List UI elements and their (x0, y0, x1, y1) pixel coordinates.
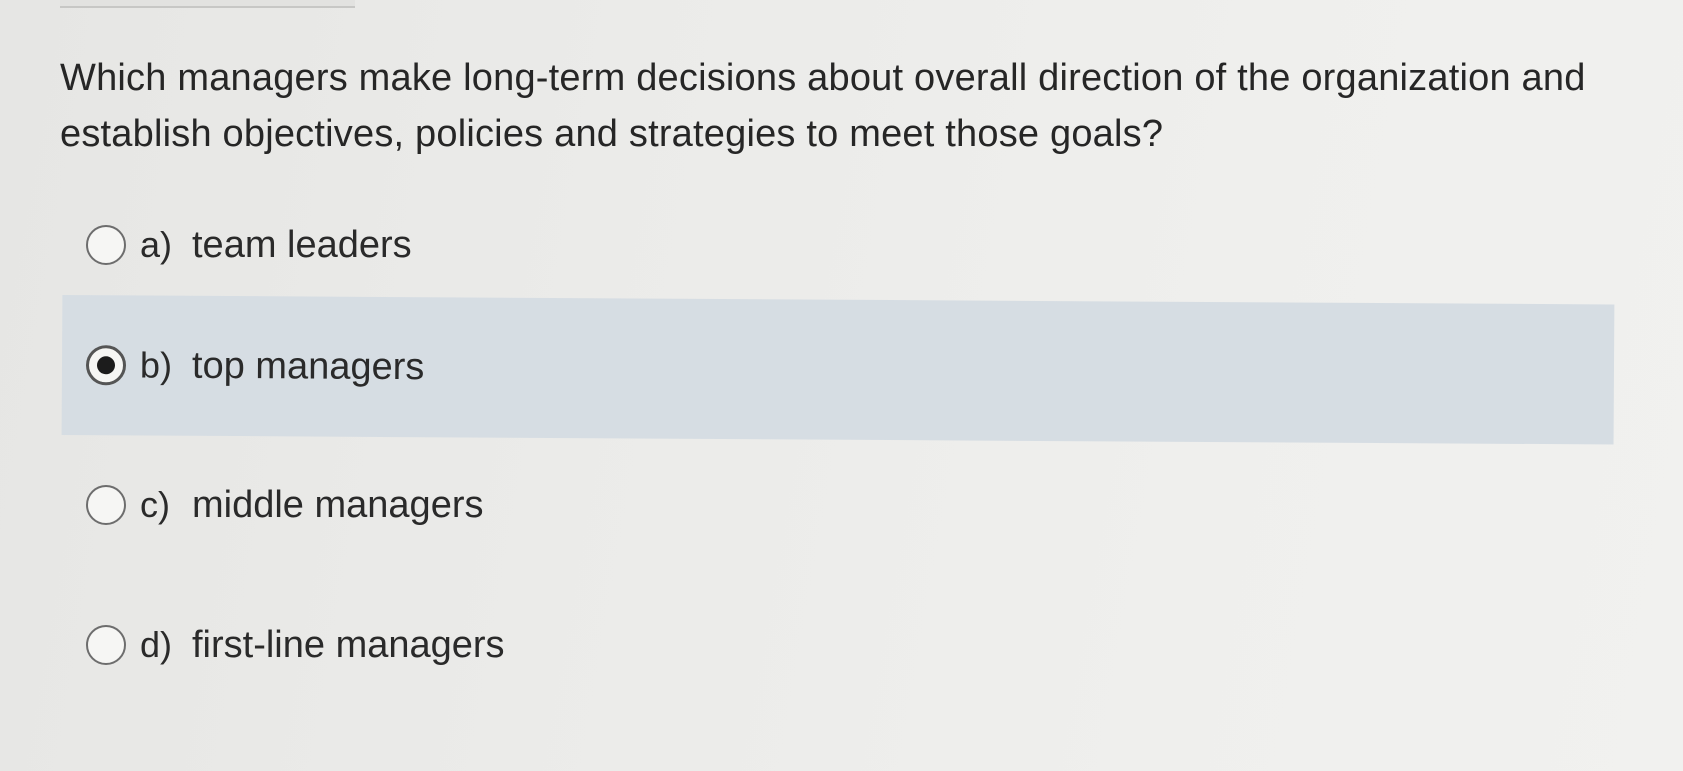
question-text: Which managers make long-term decisions … (60, 57, 1586, 155)
option-b[interactable]: b) top managers (61, 295, 1615, 445)
option-letter: d) (140, 624, 173, 665)
answer-options: a) team leaders b) top managers c) middl… (61, 195, 1615, 715)
radio-empty-icon[interactable] (86, 225, 126, 265)
option-label: middle managers (192, 483, 484, 526)
option-a[interactable]: a) team leaders (62, 195, 1614, 295)
option-letter: c) (140, 484, 170, 525)
option-letter: a) (140, 224, 173, 265)
option-letter: b) (139, 344, 173, 386)
radio-empty-icon[interactable] (86, 485, 126, 525)
option-d[interactable]: d) first-line managers (62, 575, 1614, 715)
option-label: top managers (191, 344, 425, 388)
top-divider (60, 0, 355, 8)
option-c[interactable]: c) middle managers (62, 435, 1614, 575)
quiz-page: Which managers make long-term decisions … (0, 0, 1683, 771)
option-label: first-line managers (192, 623, 505, 666)
option-label: team leaders (192, 223, 412, 266)
radio-dot (96, 356, 116, 375)
radio-filled-icon[interactable] (85, 345, 127, 386)
radio-empty-icon[interactable] (86, 625, 126, 665)
